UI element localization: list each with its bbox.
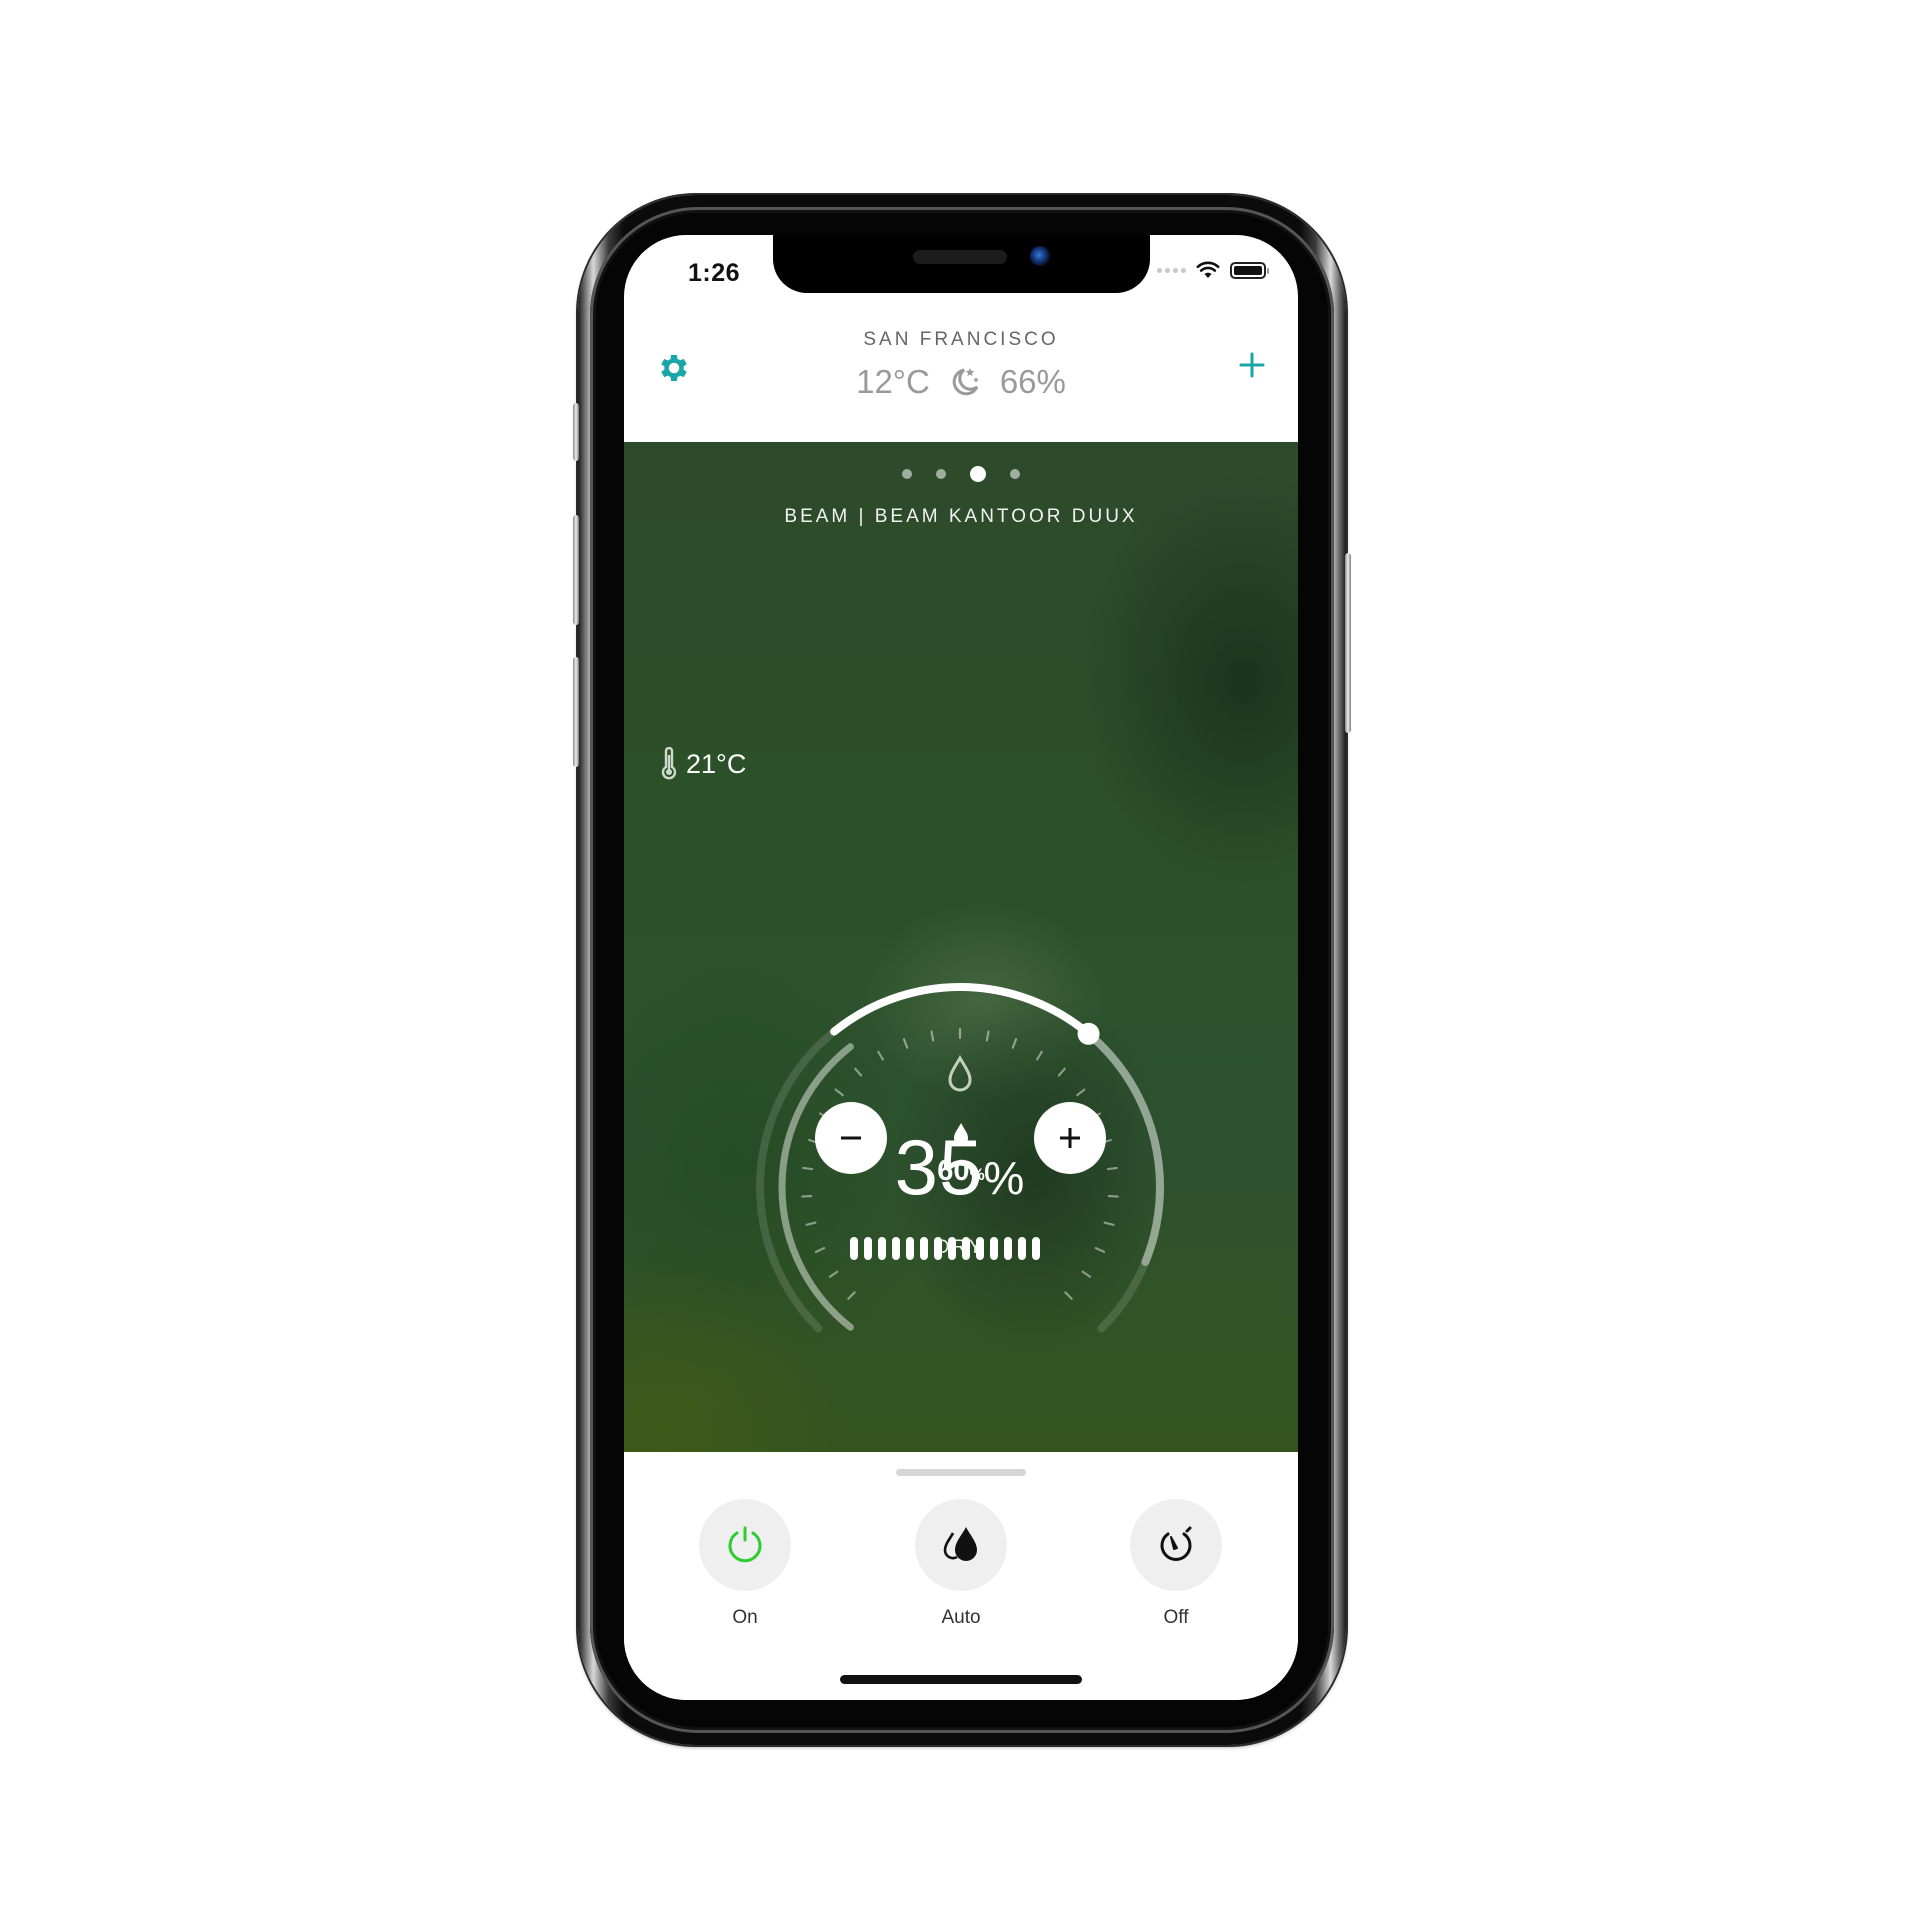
target-humidity: 60%	[911, 1122, 1011, 1188]
dial-tick	[834, 1088, 844, 1097]
dial-tick	[1064, 1291, 1073, 1300]
power-icon	[728, 1526, 762, 1563]
device-name: BEAM | BEAM KANTOOR DUUX	[784, 506, 1138, 527]
dial-tick	[877, 1050, 885, 1061]
fan-level-bar[interactable]	[850, 1237, 1040, 1260]
level-segment[interactable]	[892, 1237, 900, 1260]
water-drop-icon	[954, 1123, 968, 1145]
dial-tick	[828, 1270, 839, 1278]
moon-stars-icon	[952, 368, 979, 396]
volume-up-button	[573, 515, 579, 625]
decrease-button[interactable]	[815, 1102, 887, 1174]
level-segment[interactable]	[864, 1237, 872, 1260]
level-segment[interactable]	[948, 1237, 956, 1260]
dial-knob	[1077, 1022, 1100, 1045]
status-icons	[1157, 261, 1269, 279]
level-segment[interactable]	[990, 1237, 998, 1260]
indoor-temperature: 21°C	[660, 747, 746, 781]
outdoor-humidity: 66%	[999, 363, 1066, 400]
device-control-panel: BEAM | BEAM KANTOOR DUUX 21°C 35% DRY 60…	[624, 442, 1298, 1452]
level-segment[interactable]	[934, 1237, 942, 1260]
dial-tick	[1076, 1088, 1086, 1097]
target-humidity-value: 60	[937, 1155, 970, 1187]
signal-dots-icon	[1157, 267, 1186, 273]
action-off[interactable]: Off	[1116, 1499, 1236, 1629]
target-humidity-arc	[830, 983, 1093, 1038]
power-side-button	[1345, 553, 1351, 733]
action-auto-label: Auto	[941, 1607, 981, 1628]
dial-tick	[902, 1038, 909, 1049]
sheet-grabber[interactable]	[896, 1469, 1026, 1476]
page-indicator[interactable]	[624, 466, 1298, 482]
target-humidity-unit: %	[969, 1165, 985, 1184]
page-dot[interactable]	[970, 466, 986, 482]
page-dot[interactable]	[936, 469, 946, 479]
minus-icon	[841, 1136, 861, 1140]
wifi-icon	[1196, 261, 1220, 278]
level-segment[interactable]	[920, 1237, 928, 1260]
level-segment[interactable]	[1018, 1237, 1026, 1260]
speaker-grille	[913, 250, 1007, 264]
timer-icon	[1160, 1526, 1192, 1561]
dial-tick	[1011, 1038, 1018, 1049]
action-sheet: On Auto Off	[624, 1452, 1298, 1700]
outdoor-weather: 12°C 66%	[624, 363, 1298, 401]
battery-icon	[1230, 261, 1269, 279]
dial-tick	[847, 1291, 856, 1300]
level-segment[interactable]	[878, 1237, 886, 1260]
action-off-button[interactable]	[1130, 1499, 1222, 1591]
level-segment[interactable]	[906, 1237, 914, 1260]
volume-down-button	[573, 657, 579, 767]
location-name: SAN FRANCISCO	[863, 329, 1059, 350]
action-auto-button[interactable]	[915, 1499, 1007, 1591]
notch	[773, 235, 1150, 293]
level-segment[interactable]	[1004, 1237, 1012, 1260]
dial-tick	[854, 1067, 863, 1077]
weather-header: SAN FRANCISCO 12°C 66%	[624, 293, 1298, 442]
dial-tick	[1103, 1221, 1115, 1226]
level-segment[interactable]	[850, 1237, 858, 1260]
home-indicator[interactable]	[840, 1675, 1082, 1684]
outdoor-temperature: 12°C	[856, 363, 930, 400]
page-dot[interactable]	[902, 469, 912, 479]
dial-tick	[1057, 1067, 1066, 1077]
action-on-label: On	[732, 1607, 758, 1628]
dial-tick	[985, 1030, 990, 1042]
dial-tick	[1081, 1270, 1092, 1278]
plus-icon	[1060, 1128, 1080, 1148]
add-device-button[interactable]	[1236, 349, 1268, 381]
action-auto[interactable]: Auto	[901, 1499, 1021, 1629]
dial-tick	[1035, 1050, 1043, 1061]
level-segment[interactable]	[1032, 1237, 1040, 1260]
dial-tick	[930, 1030, 935, 1042]
increase-button[interactable]	[1034, 1102, 1106, 1174]
water-drop-outline-icon	[948, 1055, 972, 1092]
mute-switch	[573, 403, 579, 461]
action-on-button[interactable]	[699, 1499, 791, 1591]
thermometer-icon	[661, 747, 677, 780]
status-time: 1:26	[688, 259, 741, 287]
page-dot[interactable]	[1010, 469, 1020, 479]
indoor-temperature-value: 21°C	[686, 748, 747, 779]
action-off-label: Off	[1163, 1607, 1189, 1628]
level-segment[interactable]	[962, 1237, 970, 1260]
water-drops-icon	[943, 1527, 977, 1561]
dial-tick	[805, 1221, 817, 1226]
level-segment[interactable]	[976, 1237, 984, 1260]
action-on[interactable]: On	[685, 1499, 805, 1629]
phone-screen: 1:26 SAN FRANCISCO 12°C 66% BEAM | BEAM …	[624, 235, 1298, 1700]
front-camera	[1030, 246, 1050, 266]
